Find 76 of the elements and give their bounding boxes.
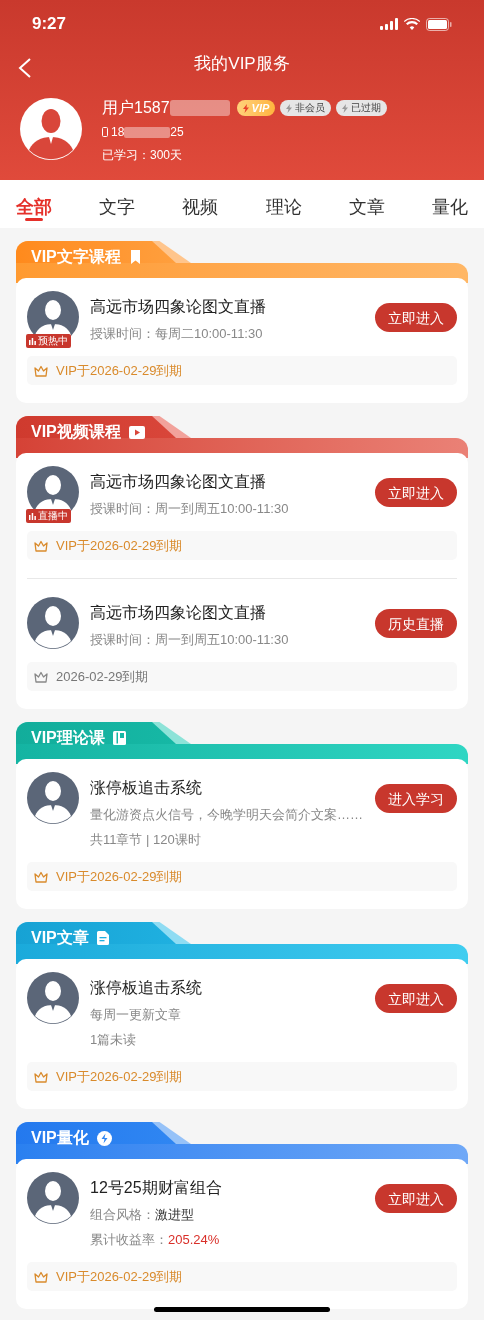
info-label: 累计收益率：: [90, 1232, 168, 1247]
info-value: 激进型: [155, 1207, 194, 1222]
course-title: 高远市场四象论图文直播: [90, 472, 267, 492]
status-tag: 直播中: [26, 509, 71, 523]
user-name: 用户1587: [102, 98, 170, 118]
course-title: 涨停板追击系统: [90, 978, 203, 998]
info-text: 量化游资点火信号，今晚学明天会简介文案……: [90, 806, 364, 824]
expiry-text: VIP于2026-02-29到期: [56, 1267, 183, 1286]
phone-number: 18: [111, 124, 125, 141]
avatar-icon: [27, 597, 79, 649]
section-title: VIP理论课: [31, 728, 105, 748]
enter-button[interactable]: 进入学习: [375, 784, 457, 813]
bar-chart-icon: [29, 512, 36, 520]
status-time: 9:27: [32, 13, 67, 36]
blurred-text: [124, 126, 171, 138]
signal-icon: [380, 18, 398, 30]
info-label: 组合风格：: [90, 1207, 155, 1222]
study-days: 已学习：300天: [102, 146, 388, 164]
course-title: 涨停板追击系统: [90, 778, 203, 798]
info-text: 授课时间：周一到周五10:00-11:30: [90, 500, 290, 518]
phone-number: 25: [170, 124, 184, 141]
course-title: 高远市场四象论图文直播: [90, 603, 267, 623]
phone-icon: [102, 127, 108, 137]
expiry-text: VIP于2026-02-29到期: [56, 867, 183, 886]
crown-icon: [34, 1270, 48, 1283]
section-title: VIP文章: [31, 928, 89, 948]
avatar-icon: [27, 972, 79, 1024]
info-text: 1篇未读: [90, 1031, 138, 1049]
category-tab[interactable]: 文字: [99, 180, 136, 224]
info-value: 205.24%: [168, 1232, 220, 1247]
section-title: VIP文字课程: [31, 247, 121, 267]
enter-button[interactable]: 立即进入: [375, 1184, 457, 1213]
lightning-icon: [342, 103, 349, 113]
back-icon: [18, 58, 32, 78]
expiry-text: 2026-02-29到期: [56, 667, 149, 686]
info-text: 共11章节 | 120课时: [90, 831, 202, 849]
info-text: 授课时间：每周二10:00-11:30: [90, 325, 264, 343]
expiry-text: VIP于2026-02-29到期: [56, 361, 183, 380]
member-badge: 已过期: [336, 100, 388, 116]
wifi-icon: [404, 18, 420, 30]
enter-button[interactable]: 立即进入: [375, 303, 457, 332]
enter-button[interactable]: 立即进入: [375, 478, 457, 507]
crown-icon: [34, 364, 48, 377]
category-tab[interactable]: 理论: [265, 180, 302, 224]
page-title: 我的VIP服务: [194, 53, 290, 76]
member-badge: 非会员: [280, 100, 332, 116]
crown-icon: [34, 1070, 48, 1083]
lightning-icon: [242, 103, 249, 113]
category-tab[interactable]: 量化: [431, 180, 468, 224]
section-title: VIP视频课程: [31, 422, 121, 442]
user-avatar-icon: [20, 98, 82, 160]
blurred-text: [169, 100, 230, 116]
lightning-icon: [96, 1130, 112, 1146]
crown-icon: [34, 870, 48, 883]
avatar-icon: [27, 772, 79, 824]
enter-button[interactable]: 历史直播: [375, 609, 457, 638]
member-badge: VIP: [236, 100, 276, 116]
status-tag: 预热中: [26, 334, 71, 348]
enter-button[interactable]: 立即进入: [375, 984, 457, 1013]
info-text: 授课时间：周一到周五10:00-11:30: [90, 631, 290, 649]
category-tab[interactable]: 文章: [348, 180, 385, 224]
course-title: 12号25期财富组合: [90, 1178, 223, 1198]
category-tab[interactable]: 全部: [16, 180, 52, 224]
lightning-icon: [286, 103, 293, 113]
category-tab[interactable]: 视频: [182, 180, 219, 224]
course-title: 高远市场四象论图文直播: [90, 297, 267, 317]
crown-icon: [34, 670, 48, 683]
expiry-text: VIP于2026-02-29到期: [56, 536, 183, 555]
bar-chart-icon: [29, 337, 36, 345]
info-text: 每周一更新文章: [90, 1006, 182, 1024]
battery-icon: [426, 17, 452, 31]
crown-icon: [34, 539, 48, 552]
section-title: VIP量化: [31, 1128, 89, 1148]
expiry-text: VIP于2026-02-29到期: [56, 1067, 183, 1086]
back-button[interactable]: [18, 58, 32, 78]
avatar-icon: [27, 1172, 79, 1224]
